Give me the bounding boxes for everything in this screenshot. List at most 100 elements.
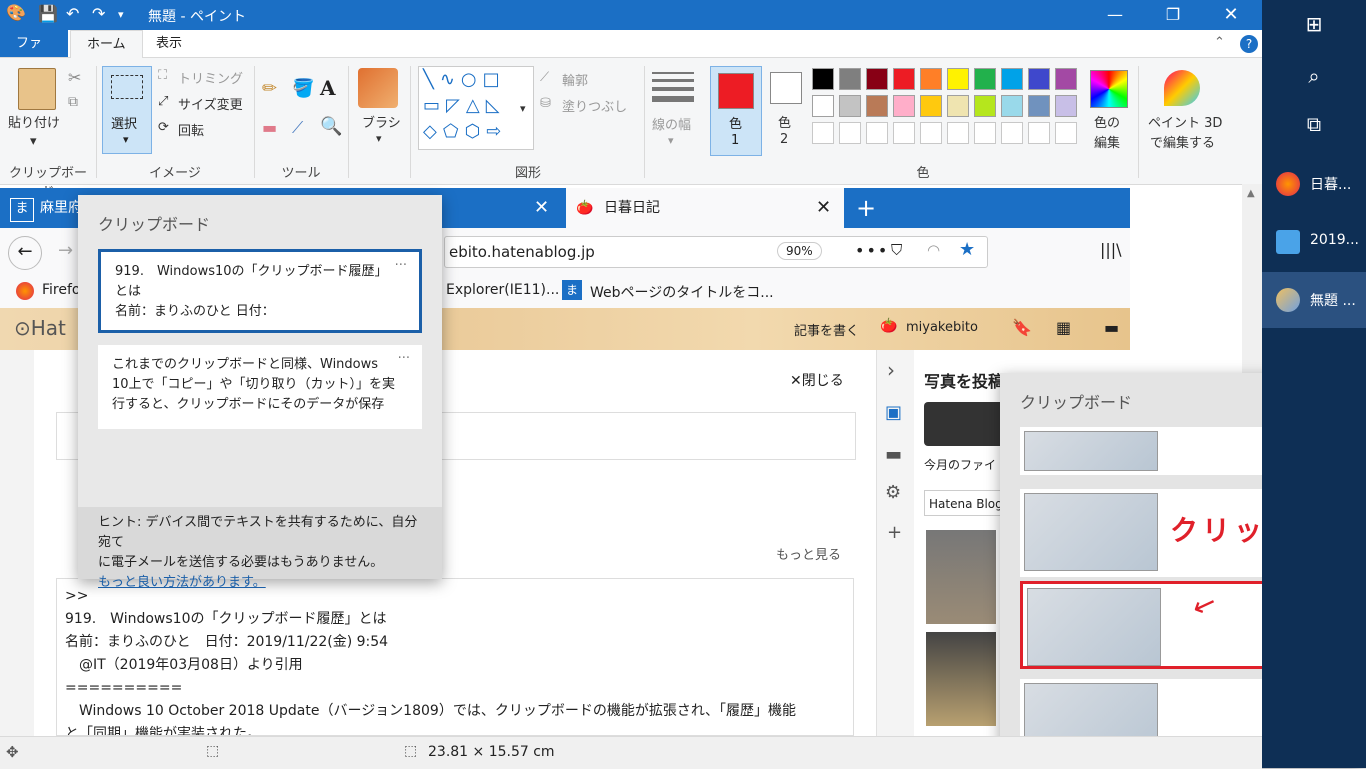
bookmark-star-icon[interactable]: ★ xyxy=(959,239,975,260)
editor-textarea[interactable]: >> 919. Windows10の「クリップボード履歴」とは 名前：まりふのひ… xyxy=(56,578,854,736)
hint-link[interactable]: もっと良い方法があります。 xyxy=(98,573,422,593)
palette-swatch[interactable] xyxy=(947,95,969,117)
task-view-icon[interactable]: ⧉ xyxy=(1262,112,1366,136)
search-icon[interactable]: ⌕ xyxy=(1262,64,1366,88)
message-icon[interactable]: ▬ xyxy=(1104,318,1119,337)
collapse-ribbon-icon[interactable]: ⌃ xyxy=(1214,35,1225,50)
palette-swatch[interactable] xyxy=(812,95,834,117)
palette-swatch[interactable] xyxy=(893,95,915,117)
more-options-icon[interactable]: ··· xyxy=(398,349,410,369)
forward-icon[interactable]: → xyxy=(58,240,73,261)
bookmark-item-2[interactable]: Explorer(IE11)... xyxy=(446,282,559,298)
fill-icon[interactable]: 🪣 xyxy=(292,78,314,99)
paste-icon[interactable] xyxy=(18,68,56,110)
edit-colors-button[interactable]: 色の xyxy=(1094,112,1120,131)
tab-file[interactable]: ファイル xyxy=(0,30,68,78)
new-tab-icon[interactable]: + xyxy=(856,188,876,228)
color1-button[interactable]: 色 1 xyxy=(710,66,762,156)
palette-swatch[interactable] xyxy=(812,122,834,144)
photo-thumbnail[interactable] xyxy=(926,530,996,624)
color-palette[interactable] xyxy=(812,68,1082,148)
palette-swatch[interactable] xyxy=(839,95,861,117)
fill-shape-icon[interactable]: ⛁ xyxy=(540,96,551,111)
more-link[interactable]: もっと見る xyxy=(776,544,841,563)
palette-swatch[interactable] xyxy=(866,95,888,117)
bookmark-item-3[interactable]: Webページのタイトルをコ... xyxy=(590,282,774,302)
write-article-link[interactable]: 記事を書く xyxy=(794,320,859,339)
palette-swatch[interactable] xyxy=(812,68,834,90)
magnifier-icon[interactable]: 🔍 xyxy=(320,116,342,137)
tab-active-close-icon[interactable]: ✕ xyxy=(816,188,831,228)
url-bar[interactable]: ebito.hatenablog.jp 90% ••• ⛉ ◠ ★ xyxy=(444,236,988,268)
color2-swatch[interactable] xyxy=(770,72,802,104)
tab-close-icon[interactable]: ✕ xyxy=(534,188,549,228)
gear-icon[interactable]: ⚙ xyxy=(885,482,901,503)
taskbar-app-explorer[interactable]: 2019... xyxy=(1262,214,1366,270)
tab-home[interactable]: ホーム xyxy=(70,30,143,58)
taskbar-app-firefox[interactable]: 日暮... xyxy=(1262,156,1366,212)
user-name[interactable]: miyakebito xyxy=(906,320,978,335)
palette-swatch[interactable] xyxy=(1001,68,1023,90)
shapes-scroll-icon[interactable]: ▾ xyxy=(520,102,526,115)
browser-tab-1[interactable]: 麻里府 xyxy=(40,188,82,228)
pocket-icon[interactable]: ⛉ xyxy=(891,241,902,259)
windows-start-icon[interactable]: ⊞ xyxy=(1262,12,1366,36)
brush-dropdown-icon[interactable]: ▾ xyxy=(376,132,382,145)
palette-swatch[interactable] xyxy=(1028,122,1050,144)
edit-colors-icon[interactable] xyxy=(1090,70,1128,108)
color2-label[interactable]: 色 xyxy=(778,112,791,131)
size-icon[interactable] xyxy=(652,72,694,102)
folder-icon[interactable]: ▬ xyxy=(885,444,902,465)
close-editor-button[interactable]: ✕閉じる xyxy=(790,370,844,390)
crop-icon[interactable]: ⛶ xyxy=(158,68,167,83)
close-button[interactable]: ✕ xyxy=(1208,0,1254,30)
palette-swatch[interactable] xyxy=(1001,122,1023,144)
palette-swatch[interactable] xyxy=(1028,95,1050,117)
brush-icon[interactable] xyxy=(358,68,398,108)
rotate-button[interactable]: 回転 xyxy=(178,120,204,139)
resize-icon[interactable]: ⤢ xyxy=(158,94,168,109)
notification-icon[interactable]: 🔖 xyxy=(1012,318,1032,337)
minimize-button[interactable]: — xyxy=(1092,0,1138,30)
cut-icon[interactable]: ✂ xyxy=(68,68,81,87)
text-icon[interactable]: A xyxy=(320,76,336,100)
quick-access-dropdown-icon[interactable]: ▾ xyxy=(118,8,124,21)
palette-swatch[interactable] xyxy=(974,122,996,144)
crop-button[interactable]: トリミング xyxy=(178,68,243,87)
palette-swatch[interactable] xyxy=(1055,68,1077,90)
palette-swatch[interactable] xyxy=(866,122,888,144)
palette-swatch[interactable] xyxy=(1055,95,1077,117)
more-options-icon[interactable]: ··· xyxy=(395,256,407,276)
palette-swatch[interactable] xyxy=(947,68,969,90)
library-icon[interactable]: |||\ xyxy=(1100,240,1122,259)
color-picker-icon[interactable]: ⟋ xyxy=(292,118,303,138)
help-icon[interactable]: ? xyxy=(1240,35,1258,53)
zoom-level[interactable]: 90% xyxy=(777,242,822,260)
paint3d-icon[interactable] xyxy=(1164,70,1200,106)
paint-app-icon[interactable]: 🎨 xyxy=(6,3,26,22)
size-button[interactable]: 線の幅 xyxy=(652,114,691,133)
palette-swatch[interactable] xyxy=(1001,95,1023,117)
clipboard-item-2[interactable]: これまでのクリップボードと同様、Windows 10上で「コピー」や「切り取り（… xyxy=(98,345,422,429)
page-actions-icon[interactable]: ••• xyxy=(855,241,889,260)
rotate-icon[interactable]: ⟳ xyxy=(158,120,169,135)
plus-icon[interactable]: + xyxy=(887,522,902,543)
fill-shape-button[interactable]: 塗りつぶし xyxy=(562,96,627,115)
palette-swatch[interactable] xyxy=(839,68,861,90)
browser-tab-active[interactable]: 🍅 日暮日記 ✕ xyxy=(566,188,844,228)
select-button[interactable]: 選択 ▾ xyxy=(102,66,152,154)
pencil-icon[interactable]: ✏ xyxy=(262,78,277,99)
paste-button[interactable]: 貼り付け xyxy=(8,112,60,131)
resize-button[interactable]: サイズ変更 xyxy=(178,94,243,113)
user-avatar-icon[interactable]: 🍅 xyxy=(880,318,897,334)
palette-swatch[interactable] xyxy=(1028,68,1050,90)
paste-dropdown-icon[interactable]: ▾ xyxy=(30,134,37,149)
outline-button[interactable]: 輪郭 xyxy=(562,70,588,89)
palette-swatch[interactable] xyxy=(947,122,969,144)
paint3d-button[interactable]: ペイント 3D xyxy=(1148,112,1222,131)
palette-swatch[interactable] xyxy=(893,68,915,90)
maximize-button[interactable]: ❐ xyxy=(1150,0,1196,30)
chevron-right-icon[interactable]: › xyxy=(887,358,895,382)
photo-icon[interactable]: ▣ xyxy=(885,402,902,423)
outline-icon[interactable]: ⟋ xyxy=(540,70,549,85)
